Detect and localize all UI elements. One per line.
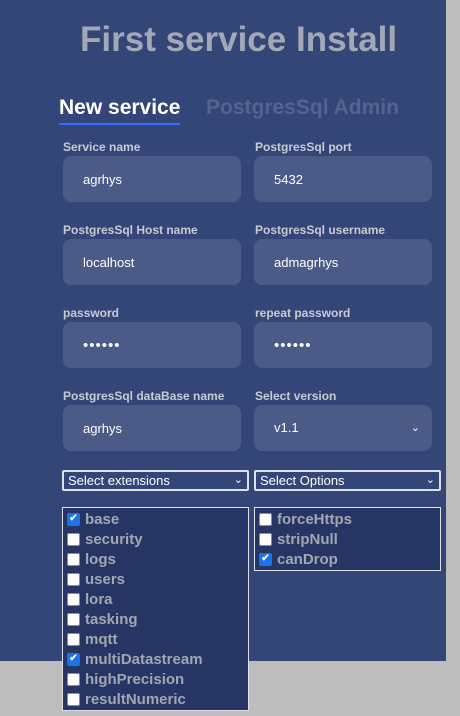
extension-item-resultnumeric[interactable]: resultNumeric xyxy=(63,689,248,709)
options-select[interactable]: Select Options ⌄ xyxy=(254,470,441,491)
pg-host-input[interactable] xyxy=(63,239,241,285)
checkmark-icon: ✔ xyxy=(261,553,270,564)
extensions-list: ✔ base security logs users lora tasking m… xyxy=(62,507,249,711)
tab-new-service[interactable]: New service xyxy=(59,96,181,125)
extension-item-logs[interactable]: logs xyxy=(63,549,248,569)
extension-item-users[interactable]: users xyxy=(63,569,248,589)
pg-port-label: PostgresSql port xyxy=(255,140,352,154)
extensions-select-label: Select extensions xyxy=(68,473,170,488)
checkbox[interactable] xyxy=(67,572,80,586)
checkbox[interactable] xyxy=(259,512,272,526)
options-list: forceHttps stripNull ✔ canDrop xyxy=(254,507,441,571)
checkbox-checked[interactable]: ✔ xyxy=(259,552,272,566)
pg-username-input[interactable] xyxy=(254,239,432,285)
extension-item-multidatastream[interactable]: ✔ multiDatastream xyxy=(63,649,248,669)
option-item-candrop[interactable]: ✔ canDrop xyxy=(255,549,440,569)
version-label: Select version xyxy=(255,389,337,403)
checkbox[interactable] xyxy=(67,592,80,606)
service-name-label: Service name xyxy=(63,140,141,154)
tab-postgres-admin[interactable]: PostgresSql Admin xyxy=(206,96,399,120)
chevron-down-icon: ⌄ xyxy=(425,474,435,486)
option-item-forcehttps[interactable]: forceHttps xyxy=(255,509,440,529)
checkmark-icon: ✔ xyxy=(69,513,78,524)
page-title: First service Install xyxy=(80,20,398,59)
checkbox[interactable] xyxy=(67,692,80,706)
pg-port-input[interactable] xyxy=(254,156,432,202)
pg-username-label: PostgresSql username xyxy=(255,223,386,237)
chevron-down-icon: ⌄ xyxy=(233,474,243,486)
extension-item-security[interactable]: security xyxy=(63,529,248,549)
pg-database-input[interactable] xyxy=(63,405,241,451)
checkbox[interactable] xyxy=(67,532,80,546)
pg-database-label: PostgresSql dataBase name xyxy=(63,389,225,403)
checkbox[interactable] xyxy=(67,612,80,626)
extensions-select[interactable]: Select extensions ⌄ xyxy=(62,470,249,491)
password-input[interactable] xyxy=(63,322,241,368)
service-name-input[interactable] xyxy=(63,156,241,202)
version-select-value: v1.1 xyxy=(274,420,299,435)
checkbox-checked[interactable]: ✔ xyxy=(67,512,80,526)
version-select[interactable]: v1.1 ⌄ xyxy=(254,405,432,451)
extension-item-tasking[interactable]: tasking xyxy=(63,609,248,629)
option-item-stripnull[interactable]: stripNull xyxy=(255,529,440,549)
pg-host-label: PostgresSql Host name xyxy=(63,223,198,237)
repeat-password-label: repeat password xyxy=(255,306,351,320)
extension-item-base[interactable]: ✔ base xyxy=(63,509,248,529)
checkbox[interactable] xyxy=(67,672,80,686)
checkmark-icon: ✔ xyxy=(69,653,78,664)
checkbox[interactable] xyxy=(67,552,80,566)
checkbox[interactable] xyxy=(259,532,272,546)
checkbox-checked[interactable]: ✔ xyxy=(67,652,80,666)
repeat-password-input[interactable] xyxy=(254,322,432,368)
password-label: password xyxy=(63,306,120,320)
extension-item-lora[interactable]: lora xyxy=(63,589,248,609)
checkbox[interactable] xyxy=(67,632,80,646)
chevron-down-icon: ⌄ xyxy=(410,422,420,434)
extension-item-highprecision[interactable]: highPrecision xyxy=(63,669,248,689)
extension-item-mqtt[interactable]: mqtt xyxy=(63,629,248,649)
options-select-label: Select Options xyxy=(260,473,345,488)
